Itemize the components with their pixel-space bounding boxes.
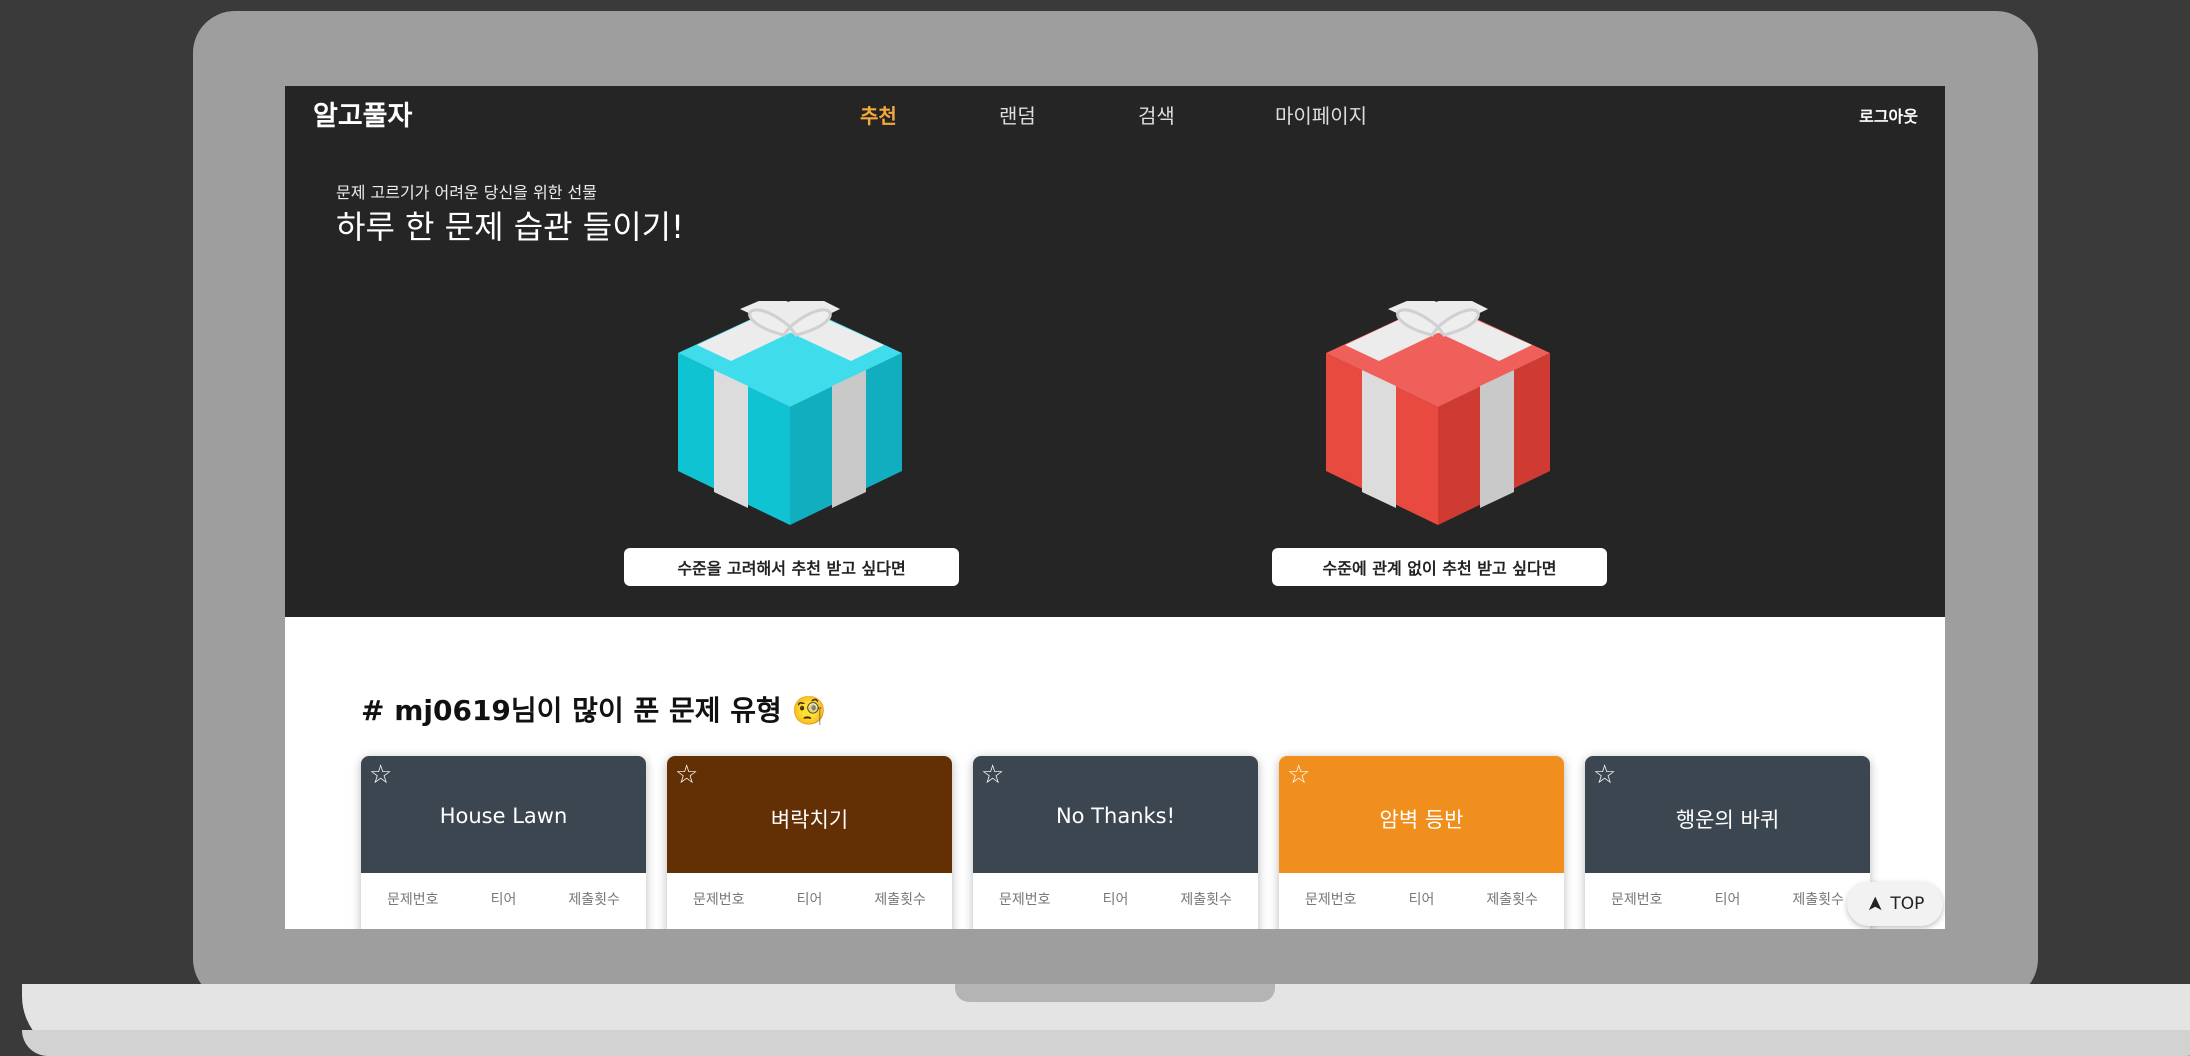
card-title: 행운의 바퀴 bbox=[1675, 808, 1780, 832]
nav-item-recommend[interactable]: 추천 bbox=[860, 100, 897, 129]
problem-card[interactable]: ☆ 벼락치기 문제번호 티어 제출횟수 bbox=[667, 756, 952, 929]
column-submissions: 제출횟수 bbox=[874, 892, 926, 908]
column-tier: 티어 bbox=[1714, 892, 1741, 908]
column-submissions: 제출횟수 bbox=[1792, 892, 1844, 908]
laptop-notch bbox=[955, 984, 1275, 1002]
star-icon[interactable]: ☆ bbox=[1593, 760, 1616, 790]
section-title: # mj0619님이 많이 푼 문제 유형 🧐 bbox=[361, 694, 827, 727]
nav-item-mypage[interactable]: 마이페이지 bbox=[1275, 100, 1367, 129]
hero-headline: 하루 한 문제 습관 들이기! bbox=[336, 208, 684, 246]
column-tier: 티어 bbox=[1408, 892, 1435, 908]
scroll-top-button[interactable]: ➤ TOP bbox=[1847, 882, 1943, 926]
recommend-any-level-button[interactable]: 수준에 관계 없이 추천 받고 싶다면 bbox=[1272, 548, 1607, 586]
column-problem-number: 문제번호 bbox=[1611, 892, 1663, 908]
column-problem-number: 문제번호 bbox=[1305, 892, 1357, 908]
nav-item-search[interactable]: 검색 bbox=[1138, 100, 1175, 129]
column-tier: 티어 bbox=[796, 892, 823, 908]
site-logo[interactable]: 알고풀자 bbox=[313, 94, 412, 133]
gift-box-cyan-icon[interactable] bbox=[678, 301, 902, 525]
card-title: 벼락치기 bbox=[770, 808, 849, 832]
laptop-base-shadow bbox=[22, 1030, 2190, 1056]
hero-section: 알고풀자 추천 랜덤 검색 마이페이지 로그아웃 문제 고르기가 어려운 당신을… bbox=[285, 86, 1945, 617]
column-tier: 티어 bbox=[1102, 892, 1129, 908]
recommend-by-level-button[interactable]: 수준을 고려해서 추천 받고 싶다면 bbox=[624, 548, 959, 586]
card-title: No Thanks! bbox=[1055, 804, 1176, 828]
logout-link[interactable]: 로그아웃 bbox=[1859, 103, 1918, 127]
star-icon[interactable]: ☆ bbox=[1287, 760, 1310, 790]
card-title: 암벽 등반 bbox=[1379, 808, 1464, 832]
problem-card[interactable]: ☆ 암벽 등반 문제번호 티어 제출횟수 bbox=[1279, 756, 1564, 929]
problem-card[interactable]: ☆ House Lawn 문제번호 티어 제출횟수 bbox=[361, 756, 646, 929]
star-icon[interactable]: ☆ bbox=[369, 760, 392, 790]
card-columns: 문제번호 티어 제출횟수 bbox=[973, 889, 1258, 909]
problem-card[interactable]: ☆ No Thanks! 문제번호 티어 제출횟수 bbox=[973, 756, 1258, 929]
card-title: House Lawn bbox=[439, 804, 568, 828]
browser-screen: 알고풀자 추천 랜덤 검색 마이페이지 로그아웃 문제 고르기가 어려운 당신을… bbox=[285, 86, 1945, 929]
card-columns: 문제번호 티어 제출횟수 bbox=[1279, 889, 1564, 909]
card-columns: 문제번호 티어 제출횟수 bbox=[667, 889, 952, 909]
column-submissions: 제출횟수 bbox=[1486, 892, 1538, 908]
column-problem-number: 문제번호 bbox=[387, 892, 439, 908]
arrow-up-icon: ➤ bbox=[1861, 895, 1886, 913]
column-submissions: 제출횟수 bbox=[1180, 892, 1232, 908]
star-icon[interactable]: ☆ bbox=[675, 760, 698, 790]
card-columns: 문제번호 티어 제출횟수 bbox=[1585, 889, 1870, 909]
column-problem-number: 문제번호 bbox=[999, 892, 1051, 908]
hero-subtitle: 문제 고르기가 어려운 당신을 위한 선물 bbox=[336, 183, 597, 202]
nav-item-random[interactable]: 랜덤 bbox=[999, 100, 1036, 129]
card-columns: 문제번호 티어 제출횟수 bbox=[361, 889, 646, 909]
top-label: TOP bbox=[1890, 894, 1925, 914]
column-tier: 티어 bbox=[490, 892, 517, 908]
problem-card[interactable]: ☆ 행운의 바퀴 문제번호 티어 제출횟수 bbox=[1585, 756, 1870, 929]
column-problem-number: 문제번호 bbox=[693, 892, 745, 908]
star-icon[interactable]: ☆ bbox=[981, 760, 1004, 790]
column-submissions: 제출횟수 bbox=[568, 892, 620, 908]
gift-box-red-icon[interactable] bbox=[1326, 301, 1550, 525]
